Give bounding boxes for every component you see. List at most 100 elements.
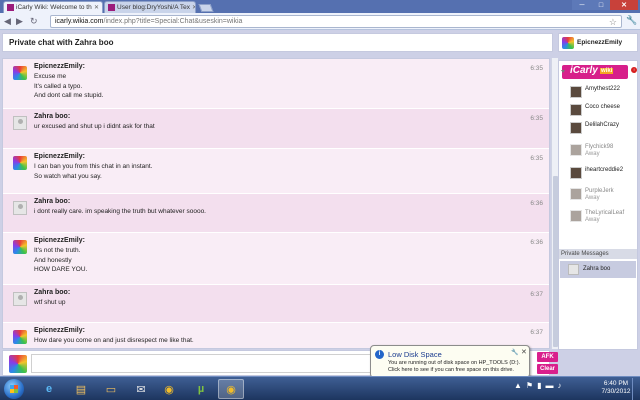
minimize-button[interactable]: ─ (572, 0, 592, 10)
user-status: Away (585, 195, 600, 201)
wrench-menu-icon[interactable]: 🔧 (626, 15, 637, 26)
windows-taskbar: e ▤ ▭ ✉ ◉ µ ◉ ▲ ⚑ ▮ ▬ ♪ 6:40 PM 7/30/201… (0, 376, 640, 400)
user-avatar (13, 116, 27, 130)
user-name: iheartcreddie2 (585, 167, 624, 173)
chat-title: Private chat with Zahra boo (2, 33, 553, 52)
user-list-item[interactable]: DelilahCrazy (561, 119, 637, 137)
user-avatar (570, 144, 582, 156)
user-name: Flychick98 (585, 144, 614, 150)
message-author: EpicnezzEmily: (34, 327, 85, 334)
chrome-active-icon[interactable]: ◉ (218, 379, 244, 399)
bookmark-star-icon[interactable]: ☆ (609, 17, 617, 28)
message-line: Excuse me (34, 73, 67, 80)
url-path: /index.php?title=Special:Chat&useskin=wi… (103, 18, 243, 25)
internet-explorer-icon[interactable]: e (36, 379, 62, 399)
low-disk-space-notification[interactable]: i Low Disk Space 🔧 ✕ You are running out… (370, 345, 530, 383)
message-line: i dont really care. im speaking the trut… (34, 208, 206, 215)
chat-message: Zahra boo: wtf shut up 6:37 (3, 285, 549, 323)
user-name: PurpleJerk (585, 188, 614, 194)
user-list-item[interactable]: Amythest222 (561, 83, 637, 101)
message-author: Zahra boo: (34, 198, 71, 205)
close-icon[interactable]: ✕ (521, 348, 527, 356)
afk-button[interactable]: AFK (537, 352, 558, 362)
close-tab-icon[interactable]: ✕ (92, 4, 99, 11)
message-author: EpicnezzEmily: (34, 153, 85, 160)
system-tray: ▲ ⚑ ▮ ▬ ♪ (514, 381, 562, 390)
user-avatar (13, 292, 27, 306)
close-window-button[interactable]: ✕ (610, 0, 638, 10)
message-time: 6:35 (530, 115, 543, 122)
notification-body: You are running out of disk space on HP_… (388, 360, 528, 374)
user-avatar (13, 66, 27, 80)
message-author: Zahra boo: (34, 113, 71, 120)
user-list-item[interactable]: PurpleJerk Away (561, 185, 637, 203)
chat-page: Private chat with Zahra boo EpicnezzEmil… (0, 30, 640, 376)
file-explorer-icon[interactable]: ▤ (68, 379, 94, 399)
maximize-button[interactable]: □ (592, 0, 610, 10)
notification-line: You are running out of disk space on HP_… (388, 360, 521, 366)
user-avatar (13, 240, 27, 254)
user-avatar (13, 201, 27, 215)
forward-icon[interactable]: ▶ (16, 16, 23, 27)
mail-icon[interactable]: ✉ (128, 379, 154, 399)
url-host: icarly.wikia.com (55, 18, 104, 25)
chat-message: EpicnezzEmily: I can ban you from this c… (3, 149, 549, 194)
message-time: 6:37 (530, 291, 543, 298)
user-name: Amythest222 (585, 86, 621, 92)
current-user-box[interactable]: EpicnezzEmily (558, 33, 638, 52)
message-line: I can ban you from this chat in an insta… (34, 163, 153, 170)
tab-icarly-wiki[interactable]: iCarly Wiki: Welcome to th ✕ (3, 1, 103, 13)
collapse-arrow-icon[interactable] (561, 70, 565, 73)
message-author: EpicnezzEmily: (34, 237, 85, 244)
info-icon: i (375, 350, 384, 359)
user-list-item[interactable]: Flychick98 Away (561, 141, 637, 159)
message-time: 6:36 (530, 200, 543, 207)
back-icon[interactable]: ◀ (4, 16, 11, 27)
network-icon[interactable]: ▮ (537, 381, 541, 390)
close-tab-icon[interactable]: ✕ (190, 4, 195, 11)
chat-message: Zahra boo: i dont really care. im speaki… (3, 194, 549, 233)
private-message-item[interactable]: Zahra boo (560, 261, 636, 278)
clear-button[interactable]: Clear (537, 364, 558, 374)
user-list-item[interactable]: Coco cheese (561, 101, 637, 119)
notification-dot-icon[interactable]: ! (631, 67, 637, 73)
message-list[interactable]: EpicnezzEmily: Excuse me It's called a t… (2, 58, 550, 349)
user-avatar (568, 264, 579, 275)
user-name: Coco cheese (585, 104, 621, 110)
volume-icon[interactable]: ♪ (558, 381, 562, 390)
tab-title: User blog:DryYoshi/A Tex (117, 4, 190, 11)
reload-icon[interactable]: ↻ (30, 16, 38, 27)
flag-icon[interactable]: ⚑ (526, 381, 533, 390)
message-time: 6:35 (530, 155, 543, 162)
user-avatar (570, 167, 582, 179)
user-name: Zahra boo (583, 266, 611, 272)
message-line: HOW DARE YOU. (34, 266, 88, 274)
message-line: And dont call me stupid. (34, 92, 104, 100)
logo-text: iCarly (570, 65, 598, 76)
tab-strip: iCarly Wiki: Welcome to th ✕ User blog:D… (0, 0, 640, 13)
message-input[interactable] (31, 354, 376, 373)
show-desktop-button[interactable] (632, 378, 640, 400)
user-status: Away (585, 217, 600, 223)
message-line: wtf shut up (34, 299, 66, 306)
user-list-item[interactable]: TheLyricalLeaf Away (561, 207, 637, 225)
show-hidden-icons-icon[interactable]: ▲ (514, 381, 522, 390)
icarly-wiki-logo[interactable]: iCarly wiki (562, 65, 628, 79)
message-scrollbar[interactable] (551, 58, 558, 349)
chrome-icon[interactable]: ◉ (156, 379, 182, 399)
battery-icon[interactable]: ▬ (546, 381, 554, 390)
user-name: TheLyricalLeaf (585, 210, 625, 216)
start-button[interactable] (4, 379, 24, 399)
user-avatar (570, 122, 582, 134)
user-avatar (570, 188, 582, 200)
utorrent-icon[interactable]: µ (188, 379, 214, 399)
user-avatar (570, 86, 582, 98)
options-icon[interactable]: 🔧 (511, 349, 518, 356)
chat-message: EpicnezzEmily: Excuse me It's called a t… (3, 59, 549, 109)
address-bar[interactable]: icarly.wikia.com/index.php?title=Special… (50, 15, 622, 28)
new-tab-button[interactable] (198, 4, 214, 12)
tab-user-blog[interactable]: User blog:DryYoshi/A Tex ✕ (104, 1, 196, 13)
user-list-item[interactable]: iheartcreddie2 (561, 164, 637, 182)
folder-icon[interactable]: ▭ (98, 379, 124, 399)
message-line: It's called a typo. (34, 82, 83, 90)
